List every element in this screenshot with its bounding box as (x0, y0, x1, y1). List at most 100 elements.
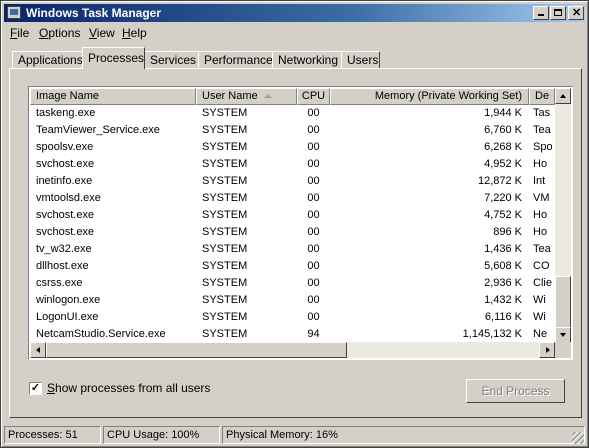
end-process-button[interactable]: End Process (466, 379, 565, 403)
process-list[interactable]: Image Name User Name CPU Memory (Private Wo… (28, 86, 573, 360)
process-row[interactable]: svchost.exe SYSTEM 00 896 K Ho (30, 224, 555, 241)
close-button[interactable]: ✕ (568, 6, 584, 20)
process-row[interactable]: TeamViewer_Service.exe SYSTEM 00 6,760 K Tea (30, 122, 555, 139)
process-row[interactable]: winlogon.exe SYSTEM 00 1,432 K Wi (30, 292, 555, 309)
scroll-left-icon (36, 347, 40, 353)
cell-memory: 4,952 K (484, 158, 522, 170)
menu-item-help[interactable]: Help (122, 26, 147, 40)
cell-user: SYSTEM (202, 192, 248, 204)
vertical-scroll-thumb[interactable] (555, 276, 571, 328)
cell-cpu: 00 (307, 158, 320, 170)
cell-memory: 1,944 K (484, 107, 522, 119)
resize-grip-icon[interactable] (572, 432, 584, 444)
col-description-header[interactable]: De (529, 88, 555, 105)
scroll-down-button[interactable] (555, 327, 571, 343)
show-all-users-label-rest: how processes from all users (55, 381, 211, 395)
cell-description: Ho (533, 158, 548, 170)
process-row[interactable]: taskeng.exe SYSTEM 00 1,944 K Tas (30, 105, 555, 122)
process-row[interactable]: vmtoolsd.exe SYSTEM 00 7,220 K VM (30, 190, 555, 207)
cell-image: svchost.exe (36, 226, 95, 238)
menu-item-view[interactable]: View (89, 26, 115, 40)
cell-image: taskeng.exe (36, 107, 96, 119)
show-all-users-label-mnemonic: S (47, 381, 56, 395)
show-all-users-label[interactable]: Show processes from all users (47, 381, 210, 395)
cell-image: svchost.exe (36, 158, 95, 170)
cell-cpu: 00 (307, 141, 320, 153)
cell-memory: 896 K (493, 226, 522, 238)
menu-item-file[interactable]: File (10, 26, 29, 40)
scroll-left-button[interactable] (30, 342, 46, 358)
cell-description: CO (533, 260, 550, 272)
cell-description: Tea (533, 124, 551, 136)
column-header-row: Image Name User Name CPU Memory (Private Wo… (30, 88, 555, 105)
title-bar[interactable]: Windows Task Manager ✕ (4, 4, 585, 22)
cell-user: SYSTEM (202, 328, 248, 340)
scroll-down-icon (560, 333, 566, 337)
cell-memory: 7,220 K (484, 192, 522, 204)
cell-user: SYSTEM (202, 260, 248, 272)
cell-cpu: 00 (307, 192, 320, 204)
show-all-users-checkbox[interactable]: ✓ (29, 382, 42, 395)
tab-services[interactable]: Services (144, 51, 199, 68)
cell-memory: 6,268 K (484, 141, 522, 153)
maximize-button[interactable] (550, 6, 566, 20)
minimize-icon (538, 14, 544, 16)
horizontal-scroll-thumb[interactable] (46, 342, 347, 358)
cell-cpu: 00 (307, 107, 320, 119)
minimize-button[interactable] (533, 6, 549, 20)
cell-user: SYSTEM (202, 209, 248, 221)
status-bar: Processes: 51 CPU Usage: 100% Physical M… (4, 426, 585, 445)
tab-performance[interactable]: Performance (198, 51, 273, 68)
process-row[interactable]: inetinfo.exe SYSTEM 00 12,872 K Int (30, 173, 555, 190)
cell-image: winlogon.exe (36, 294, 101, 306)
cell-image: spoolsv.exe (36, 141, 94, 153)
horizontal-scrollbar[interactable] (30, 342, 555, 358)
cell-memory: 1,145,132 K (462, 328, 522, 340)
scroll-right-icon (546, 347, 550, 353)
cell-description: Wi (533, 294, 546, 306)
cell-memory: 5,608 K (484, 260, 522, 272)
scroll-right-button[interactable] (539, 342, 555, 358)
cell-description: Tea (533, 243, 551, 255)
col-cpu-header[interactable]: CPU (297, 88, 330, 105)
task-manager-window: Windows Task Manager ✕ File Options View He… (0, 0, 589, 448)
col-image-name-header[interactable]: Image Name (30, 88, 196, 105)
cell-description: Wi (533, 311, 546, 323)
menu-item-mnemonic: V (89, 26, 97, 40)
process-row[interactable]: dllhost.exe SYSTEM 00 5,608 K CO (30, 258, 555, 275)
scroll-up-button[interactable] (555, 88, 571, 104)
cell-user: SYSTEM (202, 141, 248, 153)
cell-cpu: 00 (307, 226, 320, 238)
process-row[interactable]: NetcamStudio.Service.exe SYSTEM 94 1,145,13… (30, 326, 555, 343)
process-row[interactable]: LogonUI.exe SYSTEM 00 6,116 K Wi (30, 309, 555, 326)
process-row[interactable]: svchost.exe SYSTEM 00 4,752 K Ho (30, 207, 555, 224)
cell-cpu: 00 (307, 175, 320, 187)
vertical-scrollbar[interactable] (555, 88, 571, 343)
tab-processes[interactable]: Processes (82, 47, 145, 69)
tab-users[interactable]: Users (341, 51, 380, 68)
tab-applications[interactable]: Applications (12, 51, 83, 68)
menu-item-mnemonic: O (39, 26, 49, 40)
status-processes: Processes: 51 (4, 426, 101, 444)
tab-networking[interactable]: Networking (272, 51, 342, 68)
process-row[interactable]: tv_w32.exe SYSTEM 00 1,436 K Tea (30, 241, 555, 258)
cell-cpu: 00 (307, 260, 320, 272)
cell-cpu: 00 (307, 243, 320, 255)
process-row[interactable]: csrss.exe SYSTEM 00 2,936 K Clie (30, 275, 555, 292)
menu-item-options[interactable]: Options (39, 26, 80, 40)
cell-user: SYSTEM (202, 175, 248, 187)
col-memory-header[interactable]: Memory (Private Working Set) (330, 88, 529, 105)
sort-ascending-icon (264, 94, 272, 98)
cell-description: Ho (533, 209, 548, 221)
cell-image: dllhost.exe (36, 260, 89, 272)
process-row[interactable]: svchost.exe SYSTEM 00 4,952 K Ho (30, 156, 555, 173)
col-user-name-header[interactable]: User Name (196, 88, 297, 105)
cell-user: SYSTEM (202, 107, 248, 119)
window-title: Windows Task Manager (26, 6, 162, 20)
cell-memory: 1,432 K (484, 294, 522, 306)
cell-cpu: 00 (307, 277, 320, 289)
cell-cpu: 94 (307, 328, 320, 340)
cell-image: TeamViewer_Service.exe (36, 124, 160, 136)
cell-description: Clie (533, 277, 552, 289)
process-row[interactable]: spoolsv.exe SYSTEM 00 6,268 K Spo (30, 139, 555, 156)
